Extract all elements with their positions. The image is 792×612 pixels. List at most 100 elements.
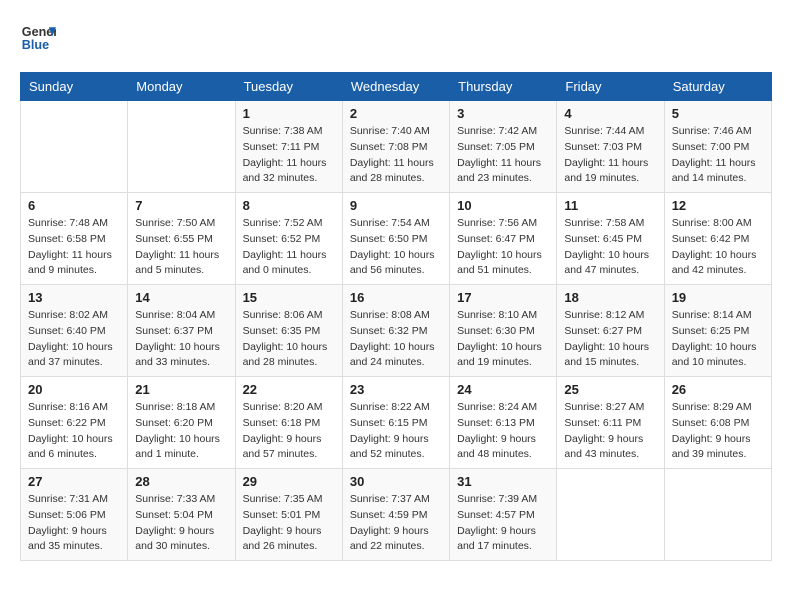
weekday-header-saturday: Saturday bbox=[664, 73, 771, 101]
day-info: Sunrise: 8:22 AMSunset: 6:15 PMDaylight:… bbox=[350, 400, 442, 463]
day-number: 22 bbox=[243, 382, 335, 397]
calendar-cell: 22 Sunrise: 8:20 AMSunset: 6:18 PMDayligh… bbox=[235, 377, 342, 469]
day-number: 9 bbox=[350, 198, 442, 213]
day-info: Sunrise: 7:38 AMSunset: 7:11 PMDaylight:… bbox=[243, 124, 335, 187]
calendar-cell bbox=[128, 101, 235, 193]
calendar-cell: 17 Sunrise: 8:10 AMSunset: 6:30 PMDayligh… bbox=[450, 285, 557, 377]
day-info: Sunrise: 8:18 AMSunset: 6:20 PMDaylight:… bbox=[135, 400, 227, 463]
day-number: 11 bbox=[564, 198, 656, 213]
day-number: 4 bbox=[564, 106, 656, 121]
calendar-week-4: 20 Sunrise: 8:16 AMSunset: 6:22 PMDayligh… bbox=[21, 377, 772, 469]
day-info: Sunrise: 8:08 AMSunset: 6:32 PMDaylight:… bbox=[350, 308, 442, 371]
day-number: 25 bbox=[564, 382, 656, 397]
calendar-cell: 6 Sunrise: 7:48 AMSunset: 6:58 PMDaylight… bbox=[21, 193, 128, 285]
calendar-cell: 8 Sunrise: 7:52 AMSunset: 6:52 PMDaylight… bbox=[235, 193, 342, 285]
weekday-header-thursday: Thursday bbox=[450, 73, 557, 101]
day-info: Sunrise: 8:12 AMSunset: 6:27 PMDaylight:… bbox=[564, 308, 656, 371]
calendar-cell: 14 Sunrise: 8:04 AMSunset: 6:37 PMDayligh… bbox=[128, 285, 235, 377]
day-number: 1 bbox=[243, 106, 335, 121]
day-number: 18 bbox=[564, 290, 656, 305]
calendar-week-5: 27Sunrise: 7:31 AMSunset: 5:06 PMDayligh… bbox=[21, 469, 772, 561]
calendar-cell: 19 Sunrise: 8:14 AMSunset: 6:25 PMDayligh… bbox=[664, 285, 771, 377]
day-info: Sunrise: 8:29 AMSunset: 6:08 PMDaylight:… bbox=[672, 400, 764, 463]
day-info: Sunrise: 8:20 AMSunset: 6:18 PMDaylight:… bbox=[243, 400, 335, 463]
day-info: Sunrise: 7:50 AMSunset: 6:55 PMDaylight:… bbox=[135, 216, 227, 279]
calendar-cell: 5 Sunrise: 7:46 AMSunset: 7:00 PMDaylight… bbox=[664, 101, 771, 193]
weekday-header-sunday: Sunday bbox=[21, 73, 128, 101]
day-info: Sunrise: 8:04 AMSunset: 6:37 PMDaylight:… bbox=[135, 308, 227, 371]
day-number: 15 bbox=[243, 290, 335, 305]
weekday-header-monday: Monday bbox=[128, 73, 235, 101]
day-number: 2 bbox=[350, 106, 442, 121]
day-info: Sunrise: 7:56 AMSunset: 6:47 PMDaylight:… bbox=[457, 216, 549, 279]
calendar-cell: 27Sunrise: 7:31 AMSunset: 5:06 PMDayligh… bbox=[21, 469, 128, 561]
calendar-cell: 1 Sunrise: 7:38 AMSunset: 7:11 PMDaylight… bbox=[235, 101, 342, 193]
day-info: Sunrise: 8:24 AMSunset: 6:13 PMDaylight:… bbox=[457, 400, 549, 463]
calendar-cell bbox=[21, 101, 128, 193]
day-number: 6 bbox=[28, 198, 120, 213]
day-info: Sunrise: 8:16 AMSunset: 6:22 PMDaylight:… bbox=[28, 400, 120, 463]
day-number: 16 bbox=[350, 290, 442, 305]
day-number: 31 bbox=[457, 474, 549, 489]
calendar-cell bbox=[557, 469, 664, 561]
day-info: Sunrise: 7:37 AMSunset: 4:59 PMDaylight:… bbox=[350, 492, 442, 555]
calendar-cell: 21 Sunrise: 8:18 AMSunset: 6:20 PMDayligh… bbox=[128, 377, 235, 469]
calendar-cell: 12 Sunrise: 8:00 AMSunset: 6:42 PMDayligh… bbox=[664, 193, 771, 285]
day-number: 27 bbox=[28, 474, 120, 489]
day-info: Sunrise: 7:48 AMSunset: 6:58 PMDaylight:… bbox=[28, 216, 120, 279]
calendar-cell: 13Sunrise: 8:02 AMSunset: 6:40 PMDayligh… bbox=[21, 285, 128, 377]
calendar-cell: 9Sunrise: 7:54 AMSunset: 6:50 PMDaylight… bbox=[342, 193, 449, 285]
calendar-cell: 7 Sunrise: 7:50 AMSunset: 6:55 PMDaylight… bbox=[128, 193, 235, 285]
day-number: 28 bbox=[135, 474, 227, 489]
day-number: 26 bbox=[672, 382, 764, 397]
calendar-cell: 20 Sunrise: 8:16 AMSunset: 6:22 PMDayligh… bbox=[21, 377, 128, 469]
day-info: Sunrise: 7:40 AMSunset: 7:08 PMDaylight:… bbox=[350, 124, 442, 187]
day-info: Sunrise: 7:58 AMSunset: 6:45 PMDaylight:… bbox=[564, 216, 656, 279]
day-info: Sunrise: 8:00 AMSunset: 6:42 PMDaylight:… bbox=[672, 216, 764, 279]
day-number: 3 bbox=[457, 106, 549, 121]
weekday-header-friday: Friday bbox=[557, 73, 664, 101]
calendar-cell: 2 Sunrise: 7:40 AMSunset: 7:08 PMDaylight… bbox=[342, 101, 449, 193]
calendar-cell: 24 Sunrise: 8:24 AMSunset: 6:13 PMDayligh… bbox=[450, 377, 557, 469]
day-number: 5 bbox=[672, 106, 764, 121]
logo: General Blue bbox=[20, 20, 56, 56]
day-number: 24 bbox=[457, 382, 549, 397]
day-number: 7 bbox=[135, 198, 227, 213]
day-info: Sunrise: 8:14 AMSunset: 6:25 PMDaylight:… bbox=[672, 308, 764, 371]
day-info: Sunrise: 7:52 AMSunset: 6:52 PMDaylight:… bbox=[243, 216, 335, 279]
day-number: 19 bbox=[672, 290, 764, 305]
calendar-cell: 16 Sunrise: 8:08 AMSunset: 6:32 PMDayligh… bbox=[342, 285, 449, 377]
day-number: 30 bbox=[350, 474, 442, 489]
day-info: Sunrise: 7:39 AMSunset: 4:57 PMDaylight:… bbox=[457, 492, 549, 555]
calendar-cell: 23Sunrise: 8:22 AMSunset: 6:15 PMDayligh… bbox=[342, 377, 449, 469]
day-number: 20 bbox=[28, 382, 120, 397]
day-number: 17 bbox=[457, 290, 549, 305]
calendar-week-2: 6 Sunrise: 7:48 AMSunset: 6:58 PMDaylight… bbox=[21, 193, 772, 285]
day-number: 29 bbox=[243, 474, 335, 489]
day-info: Sunrise: 8:02 AMSunset: 6:40 PMDaylight:… bbox=[28, 308, 120, 371]
calendar-cell: 30 Sunrise: 7:37 AMSunset: 4:59 PMDayligh… bbox=[342, 469, 449, 561]
day-number: 8 bbox=[243, 198, 335, 213]
day-info: Sunrise: 7:44 AMSunset: 7:03 PMDaylight:… bbox=[564, 124, 656, 187]
calendar-week-3: 13Sunrise: 8:02 AMSunset: 6:40 PMDayligh… bbox=[21, 285, 772, 377]
day-info: Sunrise: 7:46 AMSunset: 7:00 PMDaylight:… bbox=[672, 124, 764, 187]
day-info: Sunrise: 7:33 AMSunset: 5:04 PMDaylight:… bbox=[135, 492, 227, 555]
day-info: Sunrise: 8:06 AMSunset: 6:35 PMDaylight:… bbox=[243, 308, 335, 371]
day-number: 14 bbox=[135, 290, 227, 305]
calendar-cell: 18 Sunrise: 8:12 AMSunset: 6:27 PMDayligh… bbox=[557, 285, 664, 377]
logo-icon: General Blue bbox=[20, 20, 56, 56]
day-number: 21 bbox=[135, 382, 227, 397]
day-info: Sunrise: 8:10 AMSunset: 6:30 PMDaylight:… bbox=[457, 308, 549, 371]
day-number: 10 bbox=[457, 198, 549, 213]
calendar-cell: 11 Sunrise: 7:58 AMSunset: 6:45 PMDayligh… bbox=[557, 193, 664, 285]
calendar-cell: 29 Sunrise: 7:35 AMSunset: 5:01 PMDayligh… bbox=[235, 469, 342, 561]
calendar-cell: 3 Sunrise: 7:42 AMSunset: 7:05 PMDaylight… bbox=[450, 101, 557, 193]
day-info: Sunrise: 7:35 AMSunset: 5:01 PMDaylight:… bbox=[243, 492, 335, 555]
calendar-cell: 10 Sunrise: 7:56 AMSunset: 6:47 PMDayligh… bbox=[450, 193, 557, 285]
page-header: General Blue bbox=[20, 20, 772, 56]
calendar-cell: 31 Sunrise: 7:39 AMSunset: 4:57 PMDayligh… bbox=[450, 469, 557, 561]
day-info: Sunrise: 8:27 AMSunset: 6:11 PMDaylight:… bbox=[564, 400, 656, 463]
day-info: Sunrise: 7:42 AMSunset: 7:05 PMDaylight:… bbox=[457, 124, 549, 187]
calendar-table: SundayMondayTuesdayWednesdayThursdayFrid… bbox=[20, 72, 772, 561]
day-number: 12 bbox=[672, 198, 764, 213]
